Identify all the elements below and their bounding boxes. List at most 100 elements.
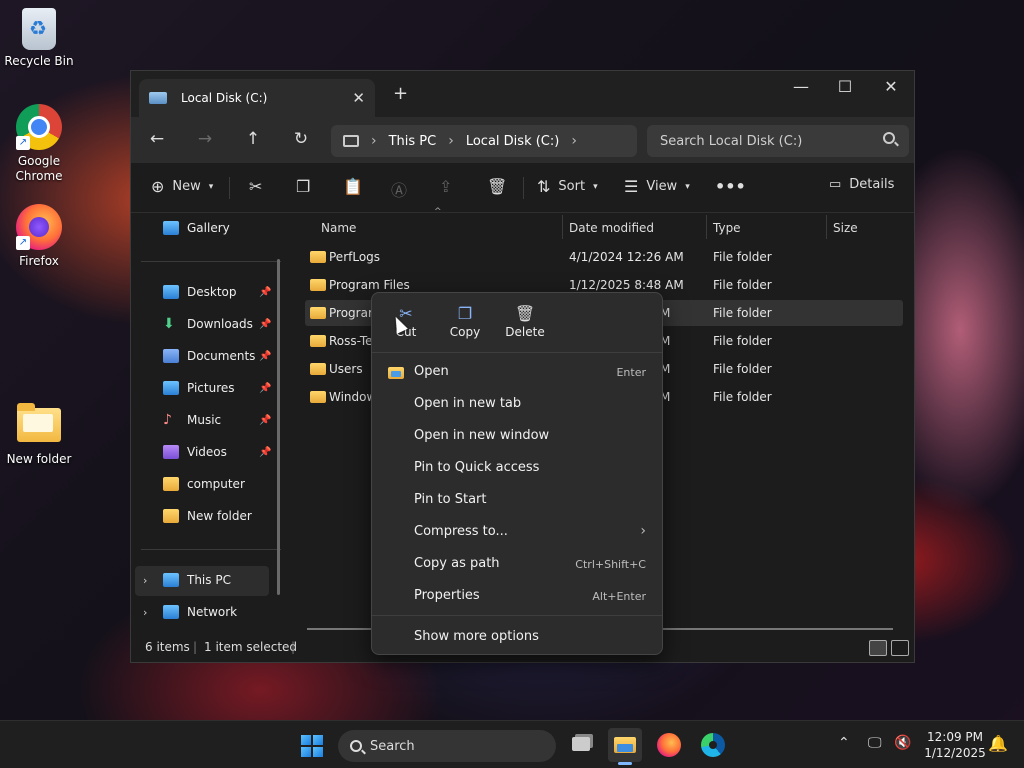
network-status-icon[interactable]: 🖵	[868, 735, 882, 751]
file-name: Program Files	[329, 278, 410, 292]
file-explorer-taskbar-button[interactable]	[608, 728, 642, 765]
nav-item-new-folder[interactable]: New folder	[163, 509, 275, 523]
menu-item-open-new-tab[interactable]: Open in new tab	[372, 388, 662, 420]
nav-item-network[interactable]: Network	[163, 605, 275, 619]
cut-button[interactable]: ✂ Cut	[376, 303, 436, 339]
nav-scrollbar[interactable]	[277, 259, 280, 595]
column-header-name[interactable]: Name	[321, 221, 356, 235]
new-tab-button[interactable]: +	[393, 83, 408, 104]
nav-item-music[interactable]: ♪ Music 📌	[163, 413, 275, 427]
column-header-date[interactable]: Date modified	[569, 221, 654, 235]
menu-item-properties[interactable]: Properties Alt+Enter	[372, 580, 662, 612]
notification-bell-icon[interactable]: 🔔	[988, 734, 1008, 753]
share-toolbar-button[interactable]: ⇪	[439, 177, 452, 196]
more-options-button[interactable]: •••	[715, 177, 746, 196]
menu-item-compress[interactable]: Compress to... ›	[372, 516, 662, 548]
menu-item-open[interactable]: Open Enter	[372, 356, 662, 388]
close-tab-icon[interactable]: ✕	[352, 89, 365, 107]
close-window-button[interactable]: ✕	[869, 75, 913, 99]
chevron-right-icon: ›	[640, 523, 646, 539]
sort-button[interactable]: ⇅ Sort ▾	[537, 177, 598, 196]
nav-item-downloads[interactable]: ⬇ Downloads 📌	[163, 317, 275, 331]
chevron-right-icon: ›	[371, 133, 377, 149]
breadcrumb-local-disk[interactable]: Local Disk (C:)	[466, 134, 559, 149]
details-button[interactable]: ▭ Details	[829, 177, 894, 192]
menu-item-show-more-options[interactable]: Show more options	[372, 621, 662, 653]
nav-item-computer[interactable]: computer	[163, 477, 275, 491]
start-button[interactable]	[301, 735, 323, 757]
nav-item-videos[interactable]: Videos 📌	[163, 445, 275, 459]
clipboard-icon: 📋	[343, 177, 363, 196]
chevron-right-icon[interactable]: ›	[571, 133, 577, 149]
forward-button[interactable]: →	[192, 129, 218, 149]
menu-item-shortcut: Alt+Enter	[592, 590, 646, 603]
menu-item-pin-quick-access[interactable]: Pin to Quick access	[372, 452, 662, 484]
paste-toolbar-button[interactable]: 📋	[343, 177, 363, 196]
rename-toolbar-button[interactable]: Ⓐ	[391, 177, 407, 201]
desktop-icon-label: Firefox	[19, 254, 59, 268]
new-button[interactable]: ⊕ New ▾	[151, 177, 213, 196]
pin-icon: 📌	[259, 286, 272, 298]
file-type: File folder	[713, 390, 772, 404]
file-row[interactable]: PerfLogs 4/1/2024 12:26 AM File folder	[305, 244, 903, 270]
taskbar: Search ⌃ 🖵 🔇 12:09 PM 1/12/2025 🔔	[0, 720, 1024, 768]
refresh-button[interactable]: ↻	[288, 129, 314, 149]
copy-toolbar-button[interactable]: ❐	[296, 177, 310, 196]
folder-icon	[310, 391, 326, 403]
nav-item-documents[interactable]: Documents 📌	[163, 349, 275, 363]
tiles-view-toggle[interactable]	[891, 640, 909, 656]
status-divider: |	[193, 640, 198, 654]
rename-icon: Ⓐ	[391, 181, 408, 200]
taskbar-clock[interactable]: 12:09 PM 1/12/2025	[920, 729, 990, 761]
task-view-button[interactable]	[564, 728, 598, 762]
back-button[interactable]: ←	[144, 129, 170, 149]
chevron-up-icon[interactable]: ⌃	[838, 735, 850, 751]
breadcrumb-this-pc[interactable]: This PC	[389, 134, 437, 149]
delete-button[interactable]: 🗑 Delete	[495, 303, 555, 339]
folder-icon	[310, 307, 326, 319]
volume-muted-icon[interactable]: 🔇	[894, 735, 911, 751]
desktop-icon-chrome[interactable]: ↗ Google Chrome	[1, 104, 77, 184]
column-header-type[interactable]: Type	[713, 221, 741, 235]
firefox-taskbar-button[interactable]	[652, 728, 686, 762]
chevron-right-icon[interactable]: ›	[143, 606, 147, 619]
tab-local-disk[interactable]: Local Disk (C:) ✕	[139, 79, 375, 117]
menu-item-copy-as-path[interactable]: Copy as path Ctrl+Shift+C	[372, 548, 662, 580]
copy-button[interactable]: ❐ Copy	[435, 303, 495, 339]
search-icon	[883, 132, 895, 144]
menu-item-pin-to-start[interactable]: Pin to Start	[372, 484, 662, 516]
desktop-icon-firefox[interactable]: ↗ Firefox	[1, 204, 77, 269]
view-button[interactable]: ☰ View ▾	[624, 177, 690, 196]
up-button[interactable]: ↑	[240, 129, 266, 149]
nav-item-this-pc[interactable]: This PC	[163, 573, 275, 587]
details-view-toggle[interactable]	[869, 640, 887, 656]
nav-item-label: Downloads	[187, 317, 253, 331]
delete-toolbar-button[interactable]: 🗑	[487, 177, 507, 196]
file-type: File folder	[713, 362, 772, 376]
nav-item-pictures[interactable]: Pictures 📌	[163, 381, 275, 395]
chevron-right-icon[interactable]: ›	[143, 574, 147, 587]
nav-divider	[141, 261, 281, 262]
menu-item-open-new-window[interactable]: Open in new window	[372, 420, 662, 452]
sort-ascending-icon: ^	[434, 207, 442, 217]
file-type: File folder	[713, 334, 772, 348]
search-input[interactable]	[647, 125, 909, 157]
minimize-button[interactable]: —	[779, 75, 823, 99]
cut-toolbar-button[interactable]: ✂	[249, 177, 262, 196]
column-header-size[interactable]: Size	[833, 221, 858, 235]
edge-taskbar-button[interactable]	[696, 728, 730, 762]
desktop-icon-new-folder[interactable]: New folder	[1, 400, 77, 467]
nav-divider	[141, 549, 281, 550]
sort-label: Sort	[558, 179, 586, 194]
desktop-icon-recycle-bin[interactable]: Recycle Bin	[1, 8, 77, 69]
address-bar[interactable]: › This PC › Local Disk (C:) ›	[331, 125, 637, 157]
folder-icon	[310, 279, 326, 291]
shortcut-arrow-icon: ↗	[16, 236, 30, 250]
picture-icon	[163, 381, 179, 395]
chevron-right-icon: ›	[448, 133, 454, 149]
nav-item-gallery[interactable]: Gallery	[163, 221, 275, 235]
nav-item-desktop[interactable]: Desktop 📌	[163, 285, 275, 299]
taskbar-search[interactable]: Search	[338, 730, 556, 762]
windows-logo-icon	[313, 735, 323, 745]
maximize-button[interactable]: ☐	[823, 75, 867, 99]
